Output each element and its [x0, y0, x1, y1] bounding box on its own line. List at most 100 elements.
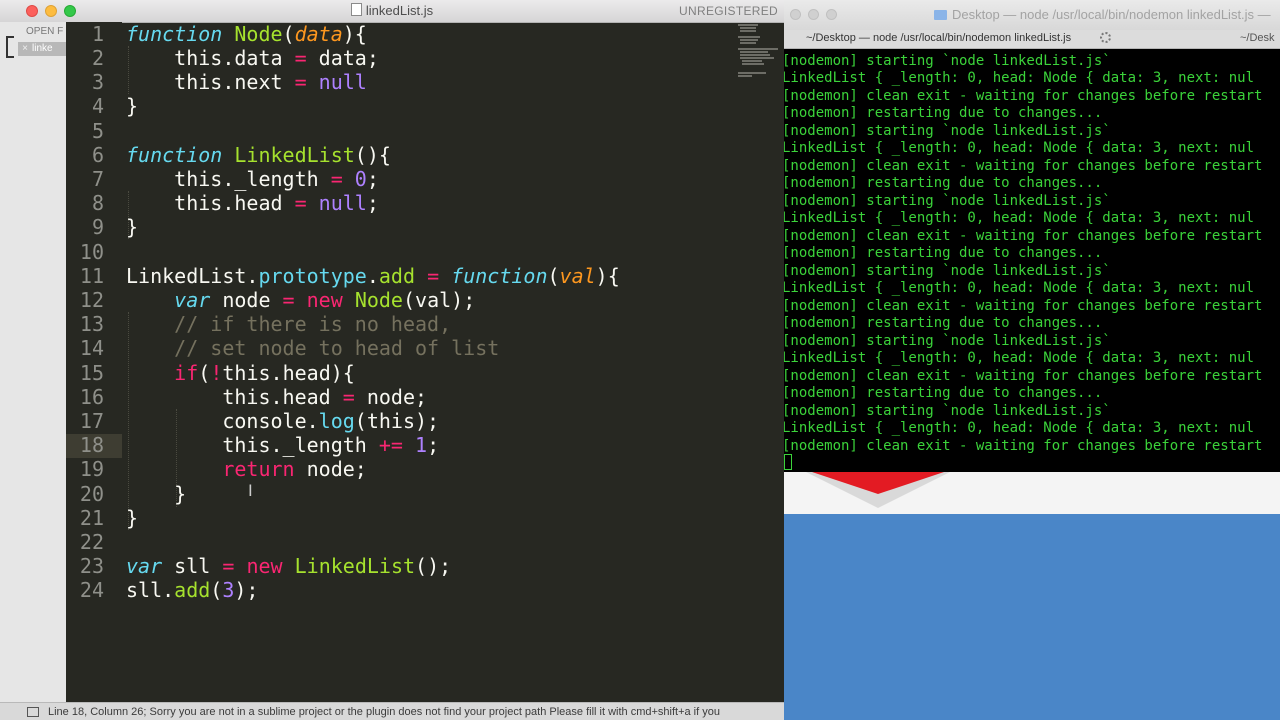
code-line-9: } [126, 215, 139, 239]
minimap-line [740, 42, 756, 44]
code-line-6: function LinkedList(){ [126, 143, 391, 167]
terminal-line: LinkedList { _length: 0, head: Node { da… [784, 420, 1255, 436]
line-number: 19 [79, 457, 104, 481]
code-line-16: this.head = node; [126, 385, 428, 409]
terminal-close-button[interactable] [790, 9, 801, 20]
folder-icon [934, 10, 947, 20]
code-line-19: return node; [222, 457, 367, 481]
line-number: 12 [79, 288, 104, 312]
line-number: 3 [91, 70, 104, 94]
minimap-line [740, 54, 770, 56]
desktop-background [784, 514, 1280, 720]
code-editor[interactable]: function Node(data){ this.data = data; t… [126, 22, 736, 702]
terminal-line: [nodemon] restarting due to changes... [784, 245, 1103, 261]
line-number: 2 [91, 46, 104, 70]
terminal-line: [nodemon] starting `node linkedList.js` [784, 193, 1111, 209]
minimap-line [738, 48, 778, 50]
code-line-18: this._length += 1; [126, 433, 440, 457]
line-number: 17 [79, 409, 104, 433]
terminal-line: [nodemon] starting `node linkedList.js` [784, 123, 1111, 139]
terminal-line: [nodemon] starting `node linkedList.js` [784, 263, 1111, 279]
close-file-icon[interactable]: × [18, 42, 32, 56]
editor-title-text: linkedList.js [365, 3, 434, 18]
code-line-1: function Node(data){ [126, 22, 367, 46]
line-number: 18 [79, 433, 104, 457]
code-line-12: var node = new Node(val); [174, 288, 476, 312]
line-number: 1 [91, 22, 104, 46]
code-line-7: this._length = 0; [126, 167, 379, 191]
line-number: 11 [79, 264, 104, 288]
minimap-line [740, 57, 774, 59]
minimap-line [742, 63, 764, 65]
line-number: 22 [79, 530, 104, 554]
minimap-line [742, 60, 762, 62]
terminal-line: [nodemon] clean exit - waiting for chang… [784, 438, 1263, 454]
terminal-line: LinkedList { _length: 0, head: Node { da… [784, 350, 1255, 366]
terminal-line: [nodemon] starting `node linkedList.js` [784, 333, 1111, 349]
terminal-line: LinkedList { _length: 0, head: Node { da… [784, 210, 1255, 226]
line-number: 16 [79, 385, 104, 409]
ibeam-cursor-icon: I [248, 481, 253, 500]
code-line-8: this.head = null; [126, 191, 379, 215]
line-number-gutter: 1 2 3 4 5 6 7 8 9 10 11 12 13 14 15 16 1… [66, 22, 122, 702]
sidebar-bracket [6, 36, 14, 58]
unregistered-label: UNREGISTERED [679, 4, 778, 18]
status-bar: Line 18, Column 26; Sorry you are not in… [0, 702, 784, 720]
terminal-line: LinkedList { _length: 0, head: Node { da… [784, 280, 1255, 296]
line-number: 4 [91, 94, 104, 118]
terminal-title-text: Desktop — node /usr/local/bin/nodemon li… [952, 7, 1271, 22]
code-line-17: console.log(this); [126, 409, 440, 433]
terminal-minimize-button[interactable] [808, 9, 819, 20]
code-line-13: // if there is no head, [126, 312, 452, 336]
terminal-window: Desktop — node /usr/local/bin/nodemon li… [784, 0, 1280, 472]
terminal-line: [nodemon] clean exit - waiting for chang… [784, 158, 1263, 174]
code-line-4: } [126, 94, 139, 118]
terminal-output[interactable]: [nodemon] starting `node linkedList.js` … [784, 50, 1280, 472]
editor-sidebar: OPEN F × linke [0, 22, 67, 702]
minimap-line [740, 27, 756, 29]
code-line-23: var sll = new LinkedList(); [126, 554, 452, 578]
terminal-line: [nodemon] restarting due to changes... [784, 385, 1103, 401]
panel-toggle-icon[interactable] [27, 707, 39, 717]
terminal-tab-active[interactable]: ~/Desktop — node /usr/local/bin/nodemon … [806, 32, 1071, 44]
terminal-line: [nodemon] restarting due to changes... [784, 105, 1103, 121]
terminal-line: [nodemon] restarting due to changes... [784, 315, 1103, 331]
editor-titlebar: linkedList.js UNREGISTERED [0, 0, 784, 23]
minimap-line [740, 39, 758, 41]
sublime-window: linkedList.js UNREGISTERED OPEN F × linke… [0, 0, 784, 720]
line-number: 6 [91, 143, 104, 167]
terminal-tab-other[interactable]: ~/Desk [1240, 32, 1275, 44]
minimap-line [738, 24, 758, 26]
terminal-maximize-button[interactable] [826, 9, 837, 20]
line-number: 15 [79, 361, 104, 385]
minimap-line [740, 51, 768, 53]
terminal-line: [nodemon] clean exit - waiting for chang… [784, 88, 1263, 104]
code-line-15: if(!this.head){ [174, 361, 355, 385]
sidebar-item-linkedlist[interactable]: × linke [18, 42, 66, 56]
line-number: 9 [91, 215, 104, 239]
line-number: 7 [91, 167, 104, 191]
line-number: 14 [79, 336, 104, 360]
code-line-20: } [126, 482, 187, 506]
sidebar-item-label: linke [32, 43, 53, 54]
status-text: Line 18, Column 26; Sorry you are not in… [48, 706, 720, 718]
terminal-line: [nodemon] clean exit - waiting for chang… [784, 298, 1263, 314]
terminal-line: LinkedList { _length: 0, head: Node { da… [784, 140, 1255, 156]
terminal-line: [nodemon] clean exit - waiting for chang… [784, 228, 1263, 244]
line-number: 8 [91, 191, 104, 215]
activity-spinner-icon [1100, 32, 1111, 43]
terminal-line: [nodemon] starting `node linkedList.js` [784, 53, 1111, 69]
terminal-title: Desktop — node /usr/local/bin/nodemon li… [934, 7, 1271, 22]
line-number: 24 [79, 578, 104, 602]
line-number: 5 [91, 119, 104, 143]
terminal-cursor [784, 454, 792, 470]
editor-title: linkedList.js [0, 3, 784, 18]
red-logo-shape [812, 472, 944, 494]
minimap[interactable] [736, 22, 784, 82]
code-line-3: this.next = null [126, 70, 367, 94]
code-line-24: sll.add(3); [126, 578, 259, 602]
terminal-tab-bar: ~/Desktop — node /usr/local/bin/nodemon … [784, 30, 1280, 49]
line-number: 10 [79, 240, 104, 264]
line-number: 20 [79, 482, 104, 506]
terminal-line: [nodemon] restarting due to changes... [784, 175, 1103, 191]
